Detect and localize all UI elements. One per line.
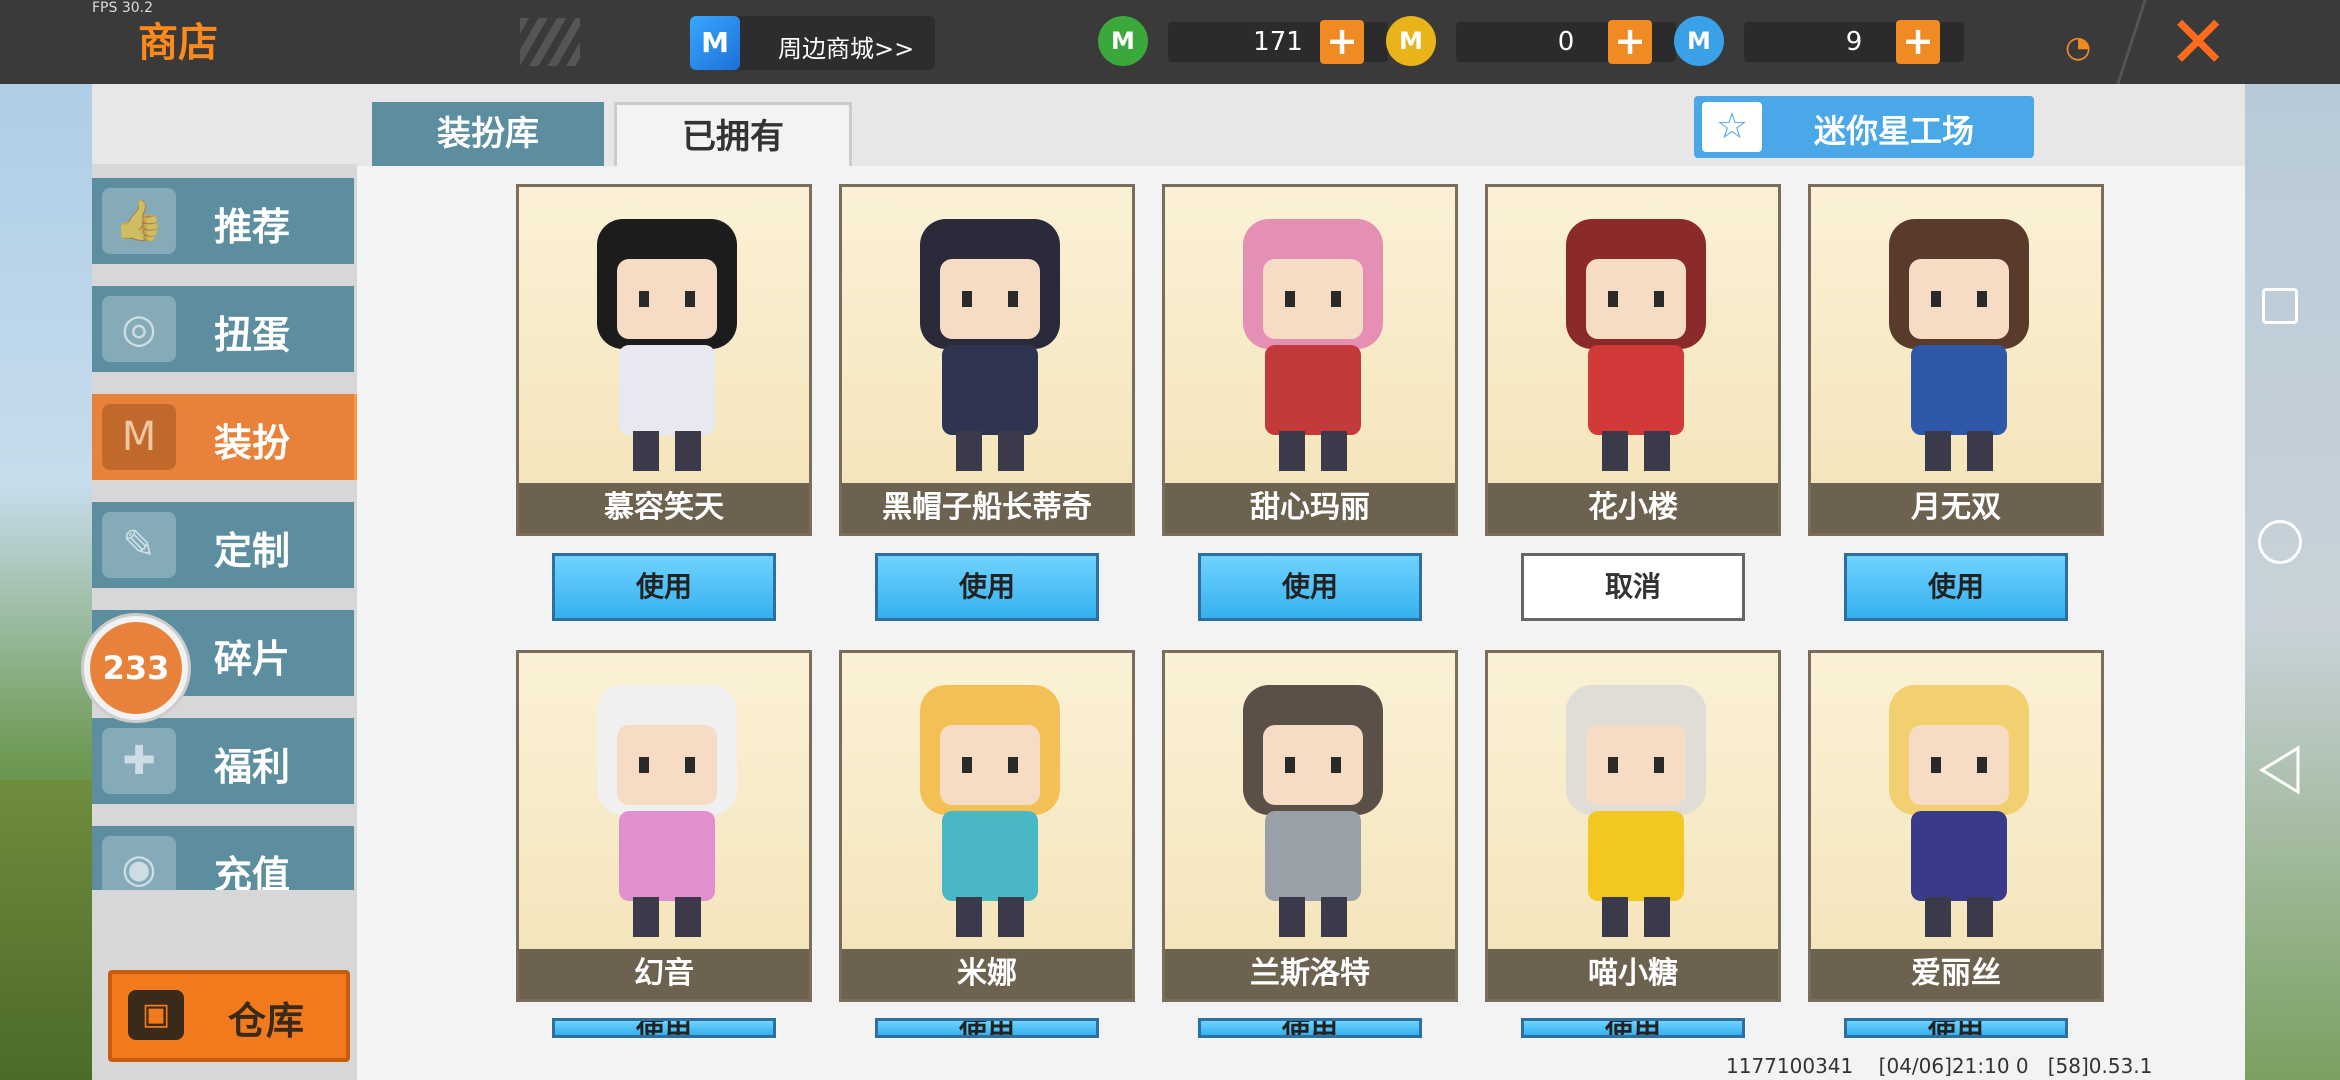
outfit-card[interactable]: 喵小糖 [1485, 650, 1781, 1002]
outfit-name: 米娜 [842, 949, 1132, 999]
add-mini-coin-button[interactable]: + [1896, 20, 1940, 64]
back-icon[interactable] [2258, 744, 2302, 796]
outfit-name: 幻音 [519, 949, 809, 999]
merch-mall-label: 周边商城>> [778, 35, 915, 63]
use-outfit-button[interactable]: 使用 [1198, 553, 1422, 621]
character-avatar [597, 219, 737, 471]
character-avatar [597, 685, 737, 937]
capsule-icon: ◎ [102, 296, 176, 362]
shirt-icon: M [102, 404, 176, 470]
use-outfit-button[interactable]: 使用 [552, 1018, 776, 1038]
outfit-name: 兰斯洛特 [1165, 949, 1455, 999]
outfit-name: 爱丽丝 [1811, 949, 2101, 999]
sidebar-item-label: 福利 [214, 745, 291, 789]
sidebar-item-customize[interactable]: ✎ 定制 [92, 502, 354, 588]
gift-icon: ✚ [102, 728, 176, 794]
outfit-name: 慕容笑天 [519, 483, 809, 533]
chest-icon: ▣ [128, 990, 184, 1040]
thumbs-up-icon: 👍 [102, 188, 176, 254]
close-icon[interactable]: ✕ [2168, 2, 2228, 82]
outfit-card[interactable]: 爱丽丝 [1808, 650, 2104, 1002]
character-avatar [1566, 685, 1706, 937]
mini-coin-icon: M [1674, 16, 1724, 66]
sidebar-item-label: 扭蛋 [214, 313, 291, 357]
character-avatar [1243, 219, 1383, 471]
character-avatar [1566, 219, 1706, 471]
use-outfit-button[interactable]: 使用 [1521, 1018, 1745, 1038]
sidebar-item-recharge[interactable]: ◉ 充值 [92, 826, 354, 890]
sidebar-item-label: 碎片 [214, 637, 291, 681]
mini-star-studio-button[interactable]: ☆ 迷你星工场 [1694, 96, 2034, 158]
background-sky-right [2245, 80, 2340, 1080]
warehouse-label: 仓库 [228, 999, 305, 1043]
use-outfit-button[interactable]: 使用 [875, 1018, 1099, 1038]
outfit-name: 甜心玛丽 [1165, 483, 1455, 533]
sidebar-item-label: 定制 [214, 529, 291, 573]
sidebar-item-welfare[interactable]: ✚ 福利 [92, 718, 354, 804]
use-outfit-button[interactable]: 使用 [1844, 1018, 2068, 1038]
add-gold-coin-button[interactable]: + [1608, 20, 1652, 64]
recent-apps-icon[interactable] [2262, 288, 2298, 324]
outfit-card[interactable]: 慕容笑天 [516, 184, 812, 536]
outfit-card[interactable]: 米娜 [839, 650, 1135, 1002]
signal-icon: ◔ [2065, 30, 2092, 65]
merch-mall-button[interactable]: M 周边商城>> [690, 16, 935, 70]
character-avatar [1889, 685, 2029, 937]
outfit-card[interactable]: 甜心玛丽 [1162, 184, 1458, 536]
sidebar-item-gacha[interactable]: ◎ 扭蛋 [92, 286, 354, 372]
pencil-icon: ✎ [102, 512, 176, 578]
title-decoration [520, 18, 580, 66]
sidebar-item-label: 装扮 [214, 421, 291, 465]
outfit-name: 花小楼 [1488, 483, 1778, 533]
sidebar-item-label: 充值 [214, 853, 291, 890]
character-avatar [1889, 219, 2029, 471]
outfit-card[interactable]: 黑帽子船长蒂奇 [839, 184, 1135, 536]
background-grass-block [0, 780, 95, 1080]
character-avatar [1243, 685, 1383, 937]
outfit-name: 喵小糖 [1488, 949, 1778, 999]
gold-coin-icon: M [1386, 16, 1436, 66]
outfit-card[interactable]: 花小楼 [1485, 184, 1781, 536]
use-outfit-button[interactable]: 使用 [1844, 553, 2068, 621]
use-outfit-button[interactable]: 使用 [875, 553, 1099, 621]
status-line: 1177100341 [04/06]21:10 0 [58]0.53.1 [1726, 1054, 2153, 1078]
tab-outfit-library[interactable]: 装扮库 [372, 102, 604, 166]
use-outfit-button[interactable]: 使用 [1198, 1018, 1422, 1038]
close-separator [2116, 0, 2147, 84]
sidebar-item-recommend[interactable]: 👍 推荐 [92, 178, 354, 264]
fragments-count-badge: 233 [84, 616, 188, 720]
sidebar-item-dressup[interactable]: M 装扮 [92, 394, 358, 480]
outfit-card[interactable]: 兰斯洛特 [1162, 650, 1458, 1002]
green-gem-icon: M [1098, 16, 1148, 66]
add-green-gem-button[interactable]: + [1320, 20, 1364, 64]
warehouse-button[interactable]: ▣ 仓库 [108, 970, 350, 1062]
outfit-name: 黑帽子船长蒂奇 [842, 483, 1132, 533]
tab-owned[interactable]: 已拥有 [614, 102, 852, 169]
sidebar-item-label: 推荐 [214, 205, 291, 249]
coins-icon: ◉ [102, 836, 176, 890]
page-title: 商店 [138, 20, 218, 66]
shopping-bag-icon: M [690, 16, 740, 70]
home-icon[interactable] [2258, 520, 2302, 564]
character-avatar [920, 685, 1060, 937]
star-icon: ☆ [1702, 102, 1762, 152]
outfit-name: 月无双 [1811, 483, 2101, 533]
character-avatar [920, 219, 1060, 471]
top-bar: FPS 30.2 商店 M 周边商城>> M 171 + M 0 + M 9 +… [0, 0, 2340, 84]
use-outfit-button[interactable]: 使用 [552, 553, 776, 621]
mini-star-studio-label: 迷你星工场 [1814, 112, 1975, 150]
outfit-card[interactable]: 幻音 [516, 650, 812, 1002]
cancel-outfit-button[interactable]: 取消 [1521, 553, 1745, 621]
outfit-card[interactable]: 月无双 [1808, 184, 2104, 536]
